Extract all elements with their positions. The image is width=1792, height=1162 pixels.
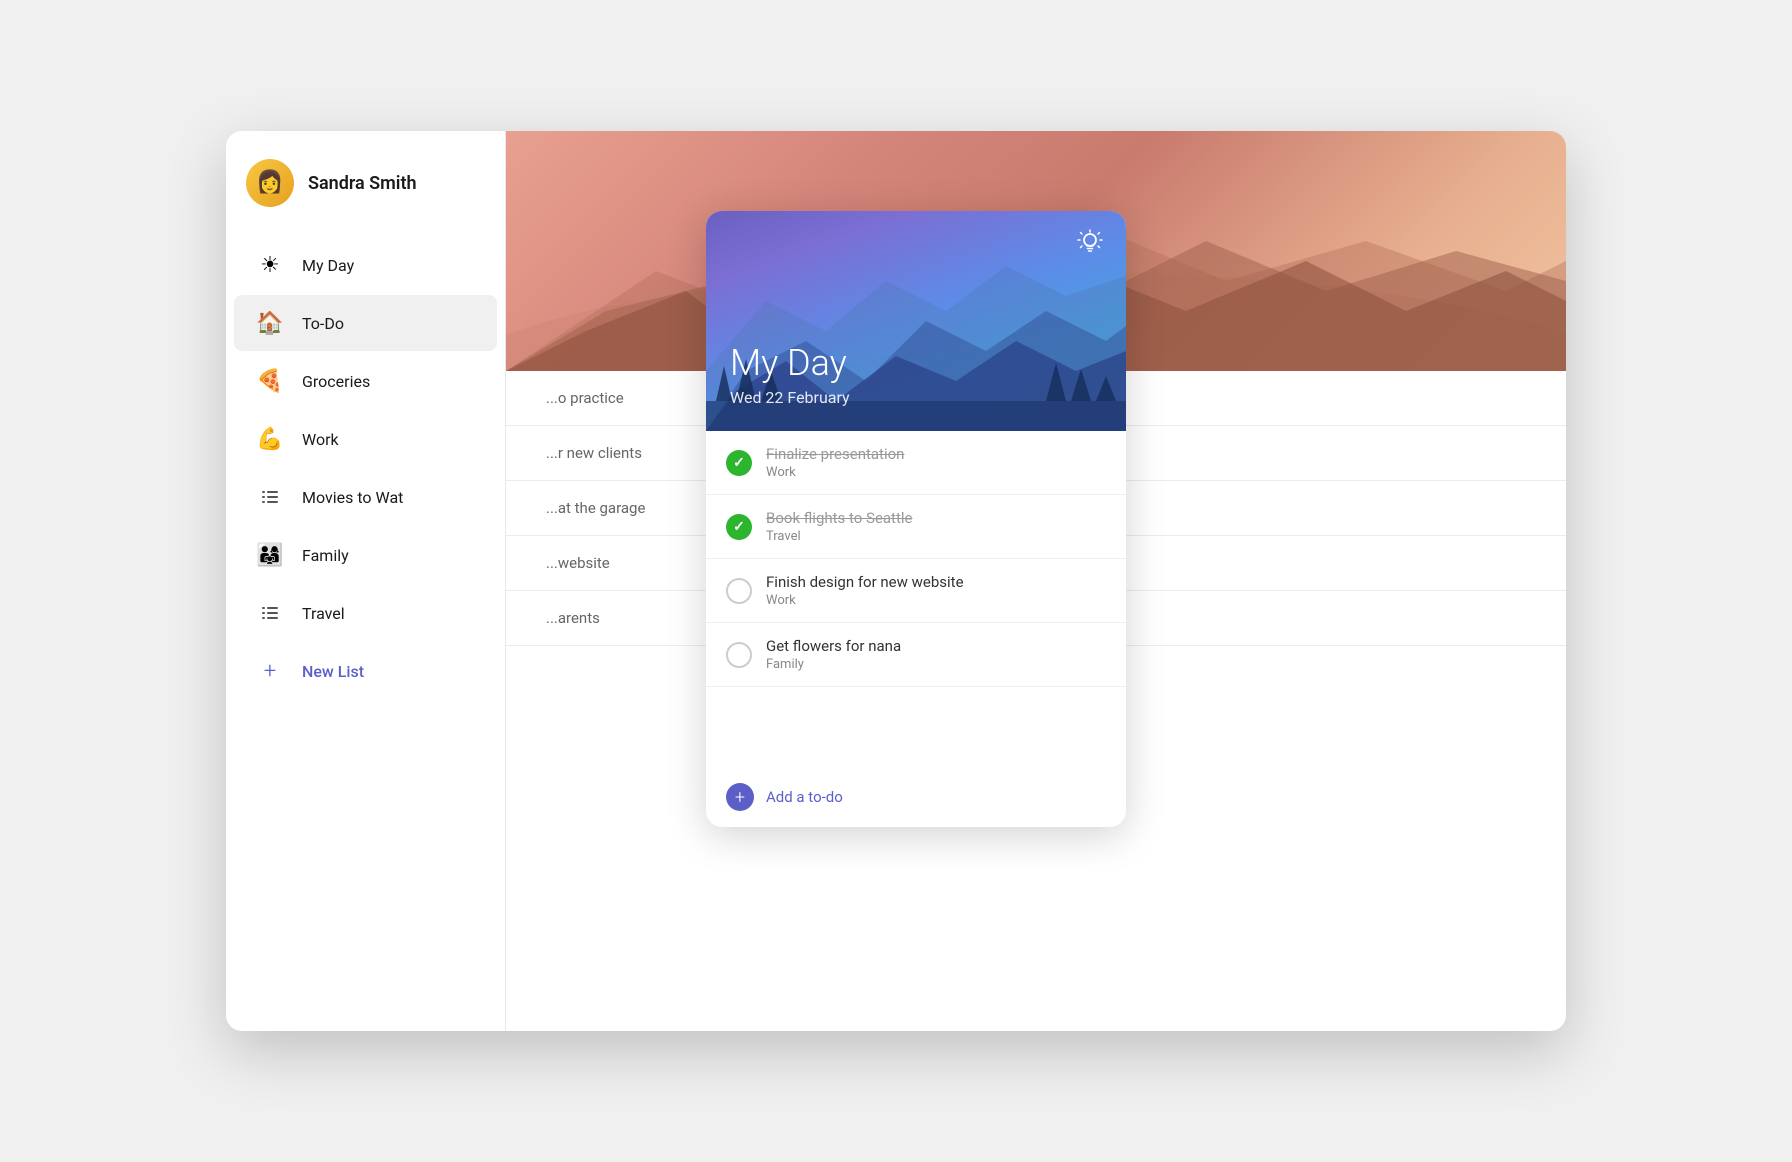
task-info-4: Get flowers for nana Family bbox=[766, 637, 1106, 672]
task-list-3: Work bbox=[766, 593, 1106, 608]
sidebar-item-family[interactable]: 👨‍👩‍👧 Family bbox=[234, 527, 497, 583]
task-check-4[interactable] bbox=[726, 642, 752, 668]
task-list-1: Work bbox=[766, 465, 1106, 480]
avatar-emoji: 👩 bbox=[256, 172, 283, 194]
main-content: ...o practice ...r new clients ...at the… bbox=[506, 131, 1566, 1031]
sidebar-item-todo[interactable]: 🏠 To-Do bbox=[234, 295, 497, 351]
popup-task-list: ✓ Finalize presentation Work ✓ Book flig… bbox=[706, 431, 1126, 687]
sidebar-item-label: To-Do bbox=[302, 314, 344, 333]
task-name-2: Book flights to Seattle bbox=[766, 509, 1106, 527]
family-icon: 👨‍👩‍👧 bbox=[254, 539, 286, 571]
user-profile[interactable]: 👩 Sandra Smith bbox=[226, 131, 505, 227]
list-icon bbox=[254, 481, 286, 513]
plus-icon: + bbox=[254, 655, 286, 687]
sidebar-item-new-list[interactable]: + New List bbox=[234, 643, 497, 699]
home-check-icon: 🏠 bbox=[254, 307, 286, 339]
task-info-3: Finish design for new website Work bbox=[766, 573, 1106, 608]
lightbulb-icon bbox=[1076, 229, 1104, 263]
sidebar-item-label: Work bbox=[302, 430, 339, 449]
pizza-icon: 🍕 bbox=[254, 365, 286, 397]
avatar: 👩 bbox=[246, 159, 294, 207]
checkmark-icon: ✓ bbox=[733, 519, 745, 535]
app-container: 👩 Sandra Smith ☀ My Day 🏠 To-Do 🍕 Grocer… bbox=[226, 131, 1566, 1031]
add-circle-icon: + bbox=[726, 783, 754, 811]
task-check-3[interactable] bbox=[726, 578, 752, 604]
task-name-3: Finish design for new website bbox=[766, 573, 1106, 591]
sidebar-item-movies[interactable]: Movies to Wat bbox=[234, 469, 497, 525]
sidebar-item-label: Groceries bbox=[302, 372, 370, 391]
task-list-4: Family bbox=[766, 657, 1106, 672]
task-item-4[interactable]: Get flowers for nana Family bbox=[706, 623, 1126, 687]
popup-spacer bbox=[706, 687, 1126, 767]
popup-title: My Day bbox=[730, 342, 1102, 384]
task-info-1: Finalize presentation Work bbox=[766, 445, 1106, 480]
sun-icon: ☀ bbox=[254, 249, 286, 281]
sidebar-item-my-day[interactable]: ☀ My Day bbox=[234, 237, 497, 293]
checkmark-icon: ✓ bbox=[733, 455, 745, 471]
add-todo-footer[interactable]: + Add a to-do bbox=[706, 767, 1126, 827]
task-list-2: Travel bbox=[766, 529, 1106, 544]
task-item-3[interactable]: Finish design for new website Work bbox=[706, 559, 1126, 623]
myday-popup: My Day Wed 22 February ✓ Finalize presen… bbox=[706, 211, 1126, 827]
sidebar: 👩 Sandra Smith ☀ My Day 🏠 To-Do 🍕 Grocer… bbox=[226, 131, 506, 1031]
sidebar-item-work[interactable]: 💪 Work bbox=[234, 411, 497, 467]
new-list-label: New List bbox=[302, 662, 364, 681]
popup-title-group: My Day Wed 22 February bbox=[730, 342, 1102, 407]
task-check-2[interactable]: ✓ bbox=[726, 514, 752, 540]
task-item-2[interactable]: ✓ Book flights to Seattle Travel bbox=[706, 495, 1126, 559]
sidebar-item-groceries[interactable]: 🍕 Groceries bbox=[234, 353, 497, 409]
task-check-1[interactable]: ✓ bbox=[726, 450, 752, 476]
sidebar-nav: ☀ My Day 🏠 To-Do 🍕 Groceries 💪 Work bbox=[226, 227, 505, 1031]
sidebar-item-label: Movies to Wat bbox=[302, 488, 403, 507]
task-item-1[interactable]: ✓ Finalize presentation Work bbox=[706, 431, 1126, 495]
sidebar-item-travel[interactable]: Travel bbox=[234, 585, 497, 641]
task-name-4: Get flowers for nana bbox=[766, 637, 1106, 655]
sidebar-item-label: Travel bbox=[302, 604, 345, 623]
sidebar-item-label: Family bbox=[302, 546, 349, 565]
sidebar-item-label: My Day bbox=[302, 256, 354, 275]
muscle-icon: 💪 bbox=[254, 423, 286, 455]
popup-subtitle: Wed 22 February bbox=[730, 388, 1102, 407]
popup-header: My Day Wed 22 February bbox=[706, 211, 1126, 431]
task-info-2: Book flights to Seattle Travel bbox=[766, 509, 1106, 544]
list2-icon bbox=[254, 597, 286, 629]
user-name: Sandra Smith bbox=[308, 173, 417, 194]
task-name-1: Finalize presentation bbox=[766, 445, 1106, 463]
add-todo-label: Add a to-do bbox=[766, 788, 843, 806]
